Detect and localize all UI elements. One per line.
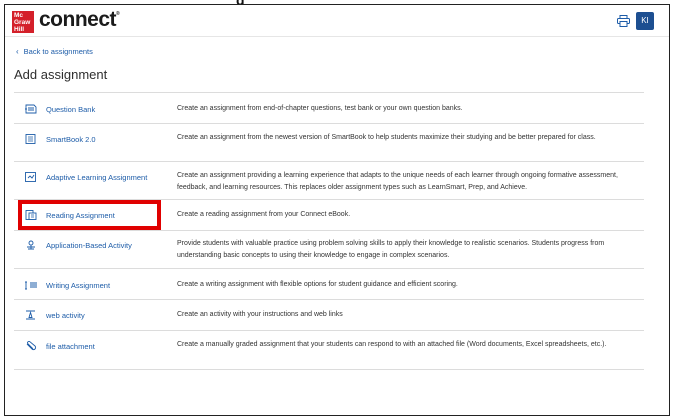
web-activity-icon — [26, 310, 35, 320]
web-activity-link[interactable]: web activity — [24, 310, 85, 320]
paperclip-icon — [26, 341, 36, 350]
reading-assignment-highlight-box — [18, 200, 161, 230]
user-avatar[interactable]: KI — [636, 12, 654, 30]
application-based-activity-link[interactable]: Application-Based Activity — [24, 240, 132, 250]
smartbook-icon — [25, 134, 36, 144]
chevron-left-icon: ‹ — [16, 47, 19, 56]
list-item: Adaptive Learning Assignment Create an a… — [14, 162, 644, 200]
adaptive-learning-icon — [25, 172, 36, 182]
page-title: Add assignment — [14, 67, 108, 82]
print-icon[interactable] — [617, 15, 630, 27]
question-bank-icon — [25, 104, 37, 114]
mcgraw-hill-logo[interactable]: Mc Graw Hill — [12, 11, 34, 33]
connect-brand[interactable]: connect® — [39, 8, 120, 32]
list-item: file attachment Create a manually graded… — [14, 331, 644, 370]
file-attachment-link[interactable]: file attachment — [24, 341, 95, 351]
back-to-assignments-link[interactable]: ‹ Back to assignments — [16, 47, 93, 56]
list-item: SmartBook 2.0 Create an assignment from … — [14, 124, 644, 162]
app-header: Mc Graw Hill connect® KI — [5, 5, 669, 37]
list-item: Question Bank Create an assignment from … — [14, 93, 644, 124]
question-bank-link[interactable]: Question Bank — [24, 104, 95, 114]
list-item: Writing Assignment Create a writing assi… — [14, 269, 644, 300]
application-activity-icon — [27, 240, 35, 250]
adaptive-learning-link[interactable]: Adaptive Learning Assignment — [24, 172, 147, 182]
smartbook-link[interactable]: SmartBook 2.0 — [24, 134, 96, 144]
assignment-type-list: Question Bank Create an assignment from … — [14, 92, 644, 370]
writing-assignment-icon — [25, 281, 37, 290]
list-item: Application-Based Activity Provide stude… — [14, 231, 644, 269]
list-item: web activity Create an activity with you… — [14, 300, 644, 331]
writing-assignment-link[interactable]: Writing Assignment — [24, 280, 110, 290]
browser-page: Mc Graw Hill connect® KI ‹ Back to assign… — [4, 4, 670, 416]
